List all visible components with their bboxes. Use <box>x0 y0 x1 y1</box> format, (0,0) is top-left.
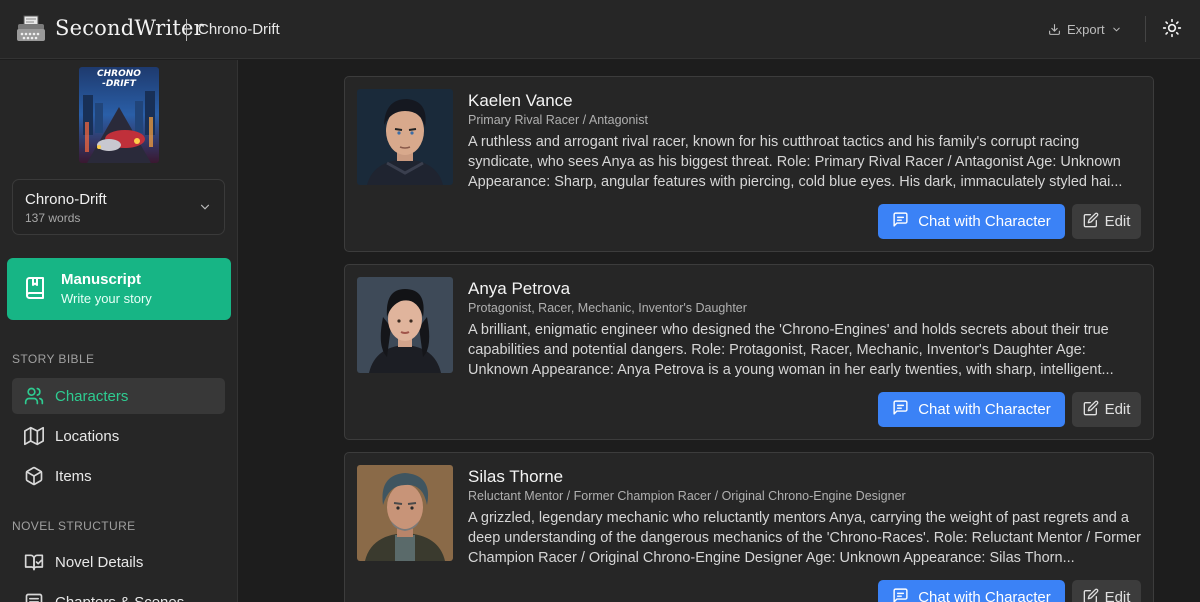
character-card: Kaelen Vance Primary Rival Racer / Antag… <box>344 76 1154 252</box>
character-portrait <box>357 465 453 561</box>
edit-button[interactable]: Edit <box>1072 580 1141 602</box>
character-description: A ruthless and arrogant rival racer, kno… <box>468 134 1123 190</box>
chat-with-character-button[interactable]: Chat with Character <box>878 580 1065 602</box>
manuscript-button[interactable]: Manuscript Write your story <box>7 258 231 320</box>
message-square-icon <box>892 211 909 232</box>
book-check-icon <box>24 552 44 572</box>
header-divider-right <box>1145 16 1146 42</box>
character-name: Kaelen Vance <box>468 91 573 110</box>
sidebar-item-label: Chapters & Scenes <box>55 594 184 602</box>
edit-icon <box>1083 212 1099 232</box>
character-portrait <box>357 89 453 185</box>
chevron-down-icon <box>1111 24 1122 35</box>
download-icon <box>1048 23 1061 36</box>
sidebar-item-label: Locations <box>55 428 120 445</box>
sidebar-item-chapters[interactable]: Chapters & Scenes <box>12 584 225 602</box>
story-bible-heading: STORY BIBLE <box>12 352 95 366</box>
chat-with-character-button[interactable]: Chat with Character <box>878 392 1065 427</box>
manuscript-subtitle: Write your story <box>61 291 152 306</box>
header-divider <box>186 19 187 41</box>
character-role: Primary Rival Racer / Antagonist <box>468 113 648 127</box>
novel-structure-heading: NOVEL STRUCTURE <box>12 519 136 533</box>
character-name: Anya Petrova <box>468 279 571 298</box>
theme-toggle-button[interactable] <box>1158 16 1186 44</box>
project-word-count: 137 words <box>25 211 81 225</box>
sidebar-item-characters[interactable]: Characters <box>12 378 225 414</box>
sidebar-item-label: Characters <box>55 388 129 405</box>
typewriter-logo-icon[interactable] <box>16 15 46 43</box>
list-icon <box>24 592 44 602</box>
sidebar-item-locations[interactable]: Locations <box>12 418 225 454</box>
sidebar-item-novel-details[interactable]: Novel Details <box>12 544 225 580</box>
edit-button[interactable]: Edit <box>1072 204 1141 239</box>
chevron-down-icon <box>198 200 212 219</box>
manuscript-title: Manuscript <box>61 271 142 288</box>
edit-button-label: Edit <box>1104 213 1131 230</box>
character-name: Silas Thorne <box>468 467 564 486</box>
character-list: Kaelen Vance Primary Rival Racer / Antag… <box>239 60 1200 602</box>
brand-name[interactable]: SecondWriter <box>55 16 204 40</box>
book-icon <box>23 276 47 305</box>
edit-button-label: Edit <box>1104 401 1131 418</box>
box-icon <box>24 466 44 486</box>
character-role: Reluctant Mentor / Former Champion Racer… <box>468 489 906 503</box>
character-card: Anya Petrova Protagonist, Racer, Mechani… <box>344 264 1154 440</box>
project-title: Chrono-Drift <box>25 191 107 208</box>
message-square-icon <box>892 399 909 420</box>
character-description: A grizzled, legendary mechanic who reluc… <box>468 510 1141 566</box>
svg-text:-DRIFT: -DRIFT <box>102 79 137 89</box>
export-button[interactable]: Export <box>1048 18 1122 40</box>
sidebar-item-label: Novel Details <box>55 554 144 571</box>
edit-icon <box>1083 588 1099 602</box>
chat-button-label: Chat with Character <box>918 401 1051 418</box>
chat-with-character-button[interactable]: Chat with Character <box>878 204 1065 239</box>
message-square-icon <box>892 587 909 602</box>
project-selector[interactable]: Chrono-Drift 137 words <box>12 179 225 235</box>
top-header: SecondWriter Chrono-Drift Export <box>0 0 1200 59</box>
users-icon <box>24 386 44 406</box>
header-project-name: Chrono-Drift <box>198 21 280 38</box>
edit-icon <box>1083 400 1099 420</box>
character-card: Silas Thorne Reluctant Mentor / Former C… <box>344 452 1154 602</box>
chat-button-label: Chat with Character <box>918 589 1051 602</box>
edit-button-label: Edit <box>1104 589 1131 602</box>
sidebar-item-label: Items <box>55 468 92 485</box>
character-description: A brilliant, enigmatic engineer who desi… <box>468 322 1114 378</box>
character-role: Protagonist, Racer, Mechanic, Inventor's… <box>468 301 747 315</box>
sidebar-item-items[interactable]: Items <box>12 458 225 494</box>
book-cover-image[interactable]: CHRONO -DRIFT <box>79 67 159 163</box>
sidebar: CHRONO -DRIFT Chrono-Drift 137 words Man… <box>0 60 238 602</box>
map-icon <box>24 426 45 446</box>
sun-icon <box>1162 18 1182 43</box>
export-label: Export <box>1067 21 1105 37</box>
svg-text:CHRONO: CHRONO <box>97 69 141 79</box>
chat-button-label: Chat with Character <box>918 213 1051 230</box>
edit-button[interactable]: Edit <box>1072 392 1141 427</box>
character-portrait <box>357 277 453 373</box>
